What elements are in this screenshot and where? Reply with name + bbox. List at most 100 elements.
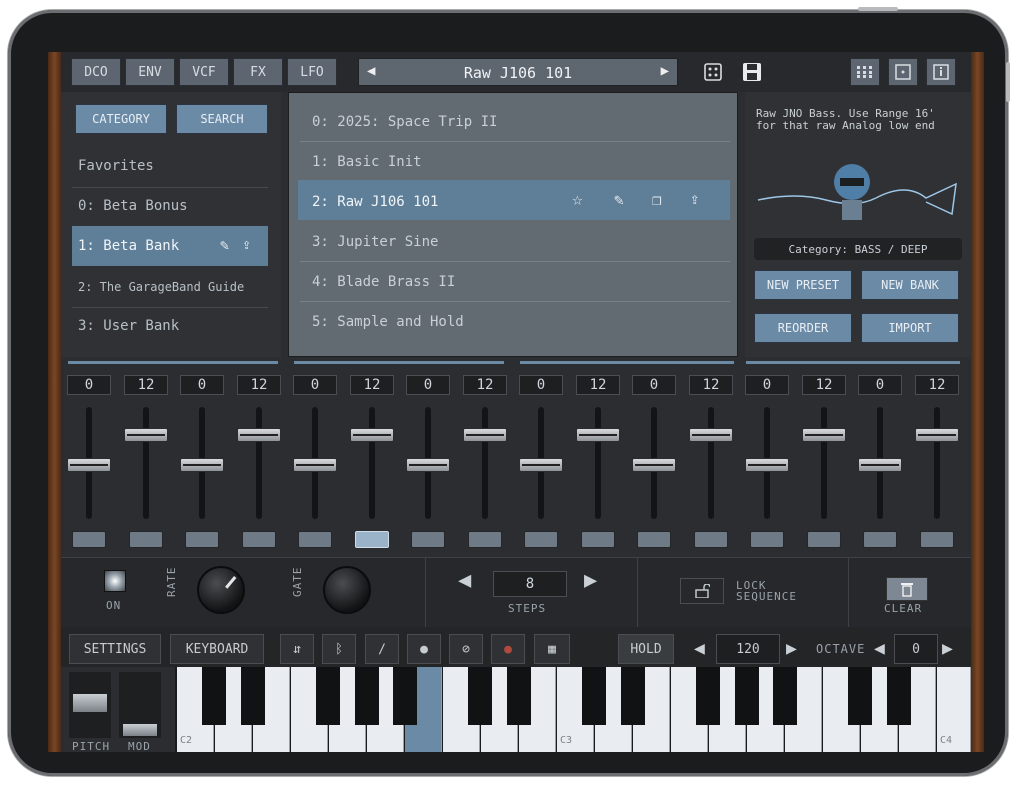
step-fader[interactable] xyxy=(406,458,450,472)
step-button[interactable] xyxy=(750,531,784,548)
step-fader[interactable] xyxy=(67,458,111,472)
black-key[interactable] xyxy=(621,667,645,725)
step-fader[interactable] xyxy=(350,428,394,442)
step-fader[interactable] xyxy=(745,458,789,472)
favorite-star-icon[interactable]: ☆ xyxy=(572,189,583,210)
black-key[interactable] xyxy=(887,667,911,725)
steps-increase-icon[interactable]: ▶ xyxy=(584,568,597,593)
bank-item-beta-bonus[interactable]: 0: Beta Bonus xyxy=(78,198,188,214)
edit-icon[interactable]: ✎ xyxy=(614,190,624,209)
tempo-increase-icon[interactable]: ▶ xyxy=(786,638,797,659)
step-fader[interactable] xyxy=(124,428,168,442)
step-button[interactable] xyxy=(920,531,954,548)
black-key[interactable] xyxy=(355,667,379,725)
bank-item-user-bank[interactable]: 3: User Bank xyxy=(78,318,179,334)
black-key[interactable] xyxy=(468,667,492,725)
palette-icon[interactable]: ● xyxy=(407,634,441,664)
black-key[interactable] xyxy=(735,667,759,725)
step-button[interactable] xyxy=(468,531,502,548)
tab-env[interactable]: ENV xyxy=(125,58,175,86)
share-icon[interactable]: ⇪ xyxy=(690,189,700,208)
step-fader[interactable] xyxy=(632,458,676,472)
step-button[interactable] xyxy=(242,531,276,548)
black-key[interactable] xyxy=(241,667,265,725)
tab-vcf[interactable]: VCF xyxy=(179,58,229,86)
hold-button[interactable]: HOLD xyxy=(618,634,674,664)
search-button[interactable]: SEARCH xyxy=(176,104,268,134)
step-fader[interactable] xyxy=(237,428,281,442)
step-button[interactable] xyxy=(694,531,728,548)
tab-dco[interactable]: DCO xyxy=(71,58,121,86)
gate-knob[interactable] xyxy=(323,566,371,614)
category-button[interactable]: CATEGORY xyxy=(75,104,167,134)
black-key[interactable] xyxy=(696,667,720,725)
step-button[interactable] xyxy=(298,531,332,548)
preset-row[interactable]: 0: 2025: Space Trip II xyxy=(312,114,497,130)
step-button[interactable] xyxy=(581,531,615,548)
rate-knob[interactable] xyxy=(197,566,245,614)
mod-wheel[interactable] xyxy=(119,672,161,738)
tempo-decrease-icon[interactable]: ◀ xyxy=(694,638,705,659)
random-dice-icon[interactable] xyxy=(703,62,723,82)
bank-item-favorites[interactable]: Favorites xyxy=(78,158,154,174)
step-fader[interactable] xyxy=(180,458,224,472)
step-button[interactable] xyxy=(807,531,841,548)
preset-row[interactable]: 1: Basic Init xyxy=(312,154,422,170)
record-icon[interactable]: ● xyxy=(491,634,525,664)
octave-decrease-icon[interactable]: ◀ xyxy=(874,638,885,659)
step-fader[interactable] xyxy=(519,458,563,472)
settings-button[interactable]: SETTINGS xyxy=(69,634,161,664)
black-key[interactable] xyxy=(773,667,797,725)
next-preset-icon[interactable]: ▶ xyxy=(661,63,669,79)
new-preset-button[interactable]: NEW PRESET xyxy=(754,270,852,300)
black-key[interactable] xyxy=(393,667,417,725)
black-key[interactable] xyxy=(582,667,606,725)
piano-icon[interactable]: ▦ xyxy=(534,634,570,664)
preset-row[interactable]: 3: Jupiter Sine xyxy=(312,234,438,250)
step-button[interactable] xyxy=(411,531,445,548)
grid-icon[interactable] xyxy=(850,58,880,86)
step-fader[interactable] xyxy=(802,428,846,442)
step-button[interactable] xyxy=(524,531,558,548)
info-icon[interactable] xyxy=(926,58,956,86)
reorder-button[interactable]: REORDER xyxy=(754,313,852,343)
preset-row[interactable]: 5: Sample and Hold xyxy=(312,314,464,330)
preset-row[interactable]: 4: Blade Brass II xyxy=(312,274,455,290)
sequencer-on-led[interactable] xyxy=(104,570,126,592)
black-key[interactable] xyxy=(507,667,531,725)
step-fader[interactable] xyxy=(915,428,959,442)
pitch-wheel[interactable] xyxy=(69,672,111,738)
share-icon[interactable]: ⇪ xyxy=(242,235,251,253)
save-icon[interactable] xyxy=(741,61,763,83)
piano-key[interactable]: C4 xyxy=(937,667,971,752)
step-fader[interactable] xyxy=(293,458,337,472)
step-fader[interactable] xyxy=(858,458,902,472)
step-button[interactable] xyxy=(72,531,106,548)
copy-icon[interactable]: ❐ xyxy=(652,190,662,209)
link-icon[interactable]: ∕ xyxy=(365,634,399,664)
tab-fx[interactable]: FX xyxy=(233,58,283,86)
black-key[interactable] xyxy=(316,667,340,725)
step-button[interactable] xyxy=(129,531,163,548)
window-icon[interactable] xyxy=(888,58,918,86)
step-button[interactable] xyxy=(637,531,671,548)
step-button-active[interactable] xyxy=(355,531,389,548)
mixer-icon[interactable]: ⇵ xyxy=(280,634,314,664)
black-key[interactable] xyxy=(202,667,226,725)
step-button[interactable] xyxy=(185,531,219,548)
step-fader[interactable] xyxy=(463,428,507,442)
edit-icon[interactable]: ✎ xyxy=(220,236,229,254)
bluetooth-icon[interactable]: ᛒ xyxy=(322,634,356,664)
step-fader[interactable] xyxy=(689,428,733,442)
clear-button[interactable] xyxy=(886,577,928,601)
steps-decrease-icon[interactable]: ◀ xyxy=(458,568,471,593)
new-bank-button[interactable]: NEW BANK xyxy=(861,270,959,300)
step-fader[interactable] xyxy=(576,428,620,442)
panic-icon[interactable]: ⊘ xyxy=(449,634,483,664)
lock-sequence-button[interactable] xyxy=(680,578,724,604)
black-key[interactable] xyxy=(848,667,872,725)
step-button[interactable] xyxy=(863,531,897,548)
octave-increase-icon[interactable]: ▶ xyxy=(942,638,953,659)
tab-lfo[interactable]: LFO xyxy=(287,58,337,86)
keyboard-button[interactable]: KEYBOARD xyxy=(170,634,264,664)
